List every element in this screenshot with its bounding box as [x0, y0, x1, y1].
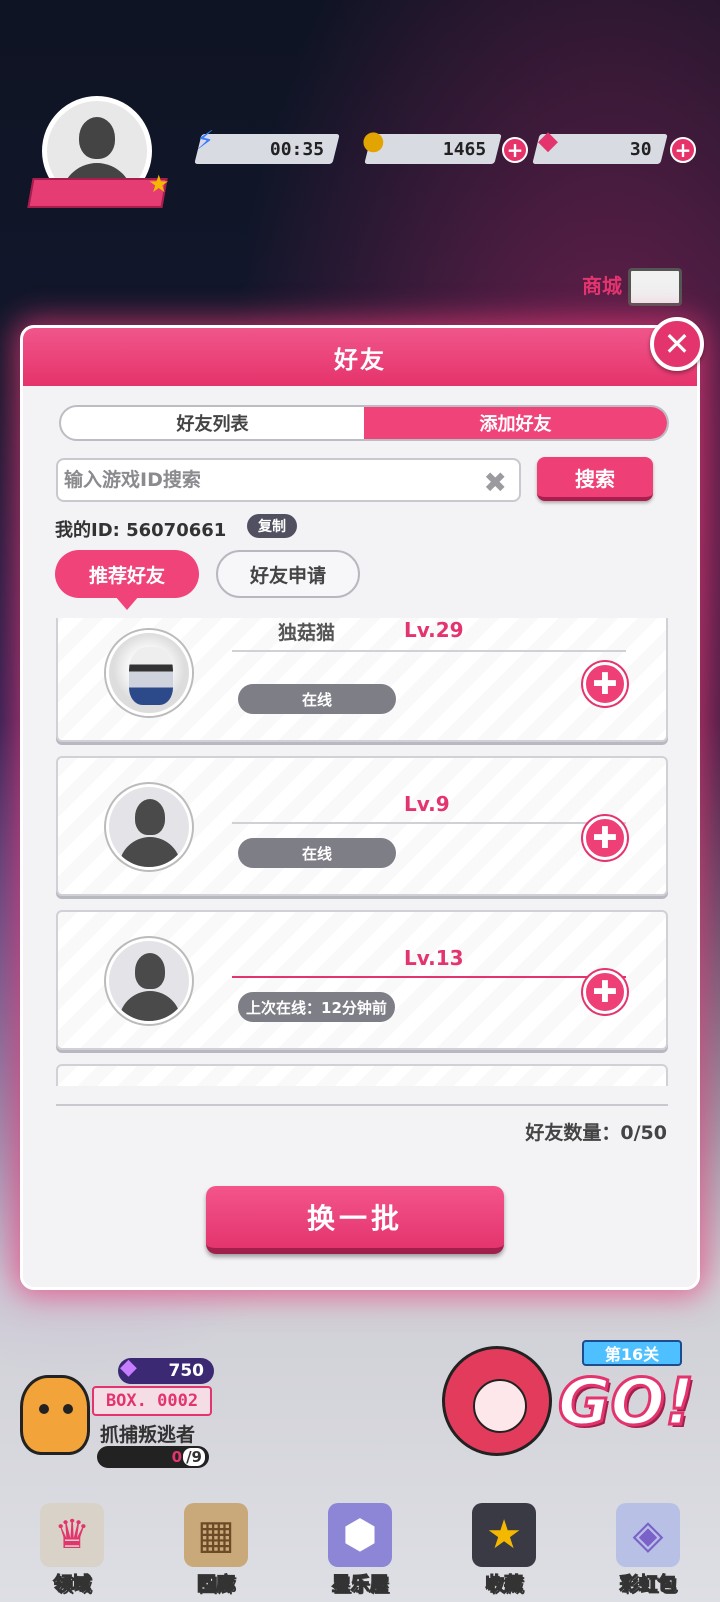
- card-divider: [232, 650, 626, 652]
- coin-bar: 1465: [364, 134, 502, 164]
- stage-level-tag: 第16关: [582, 1340, 682, 1366]
- escape-mission-title[interactable]: 抓捕叛逃者: [100, 1420, 195, 1447]
- tab-friend-list[interactable]: 好友列表: [61, 407, 364, 439]
- card-divider: [232, 976, 626, 978]
- bottom-navbar: ♛ 领域 ▦ 回廊 ⬢ 星乐屋 ★ 收藏 ◈ 彩虹包: [0, 1498, 720, 1602]
- online-status: 在线: [238, 684, 396, 714]
- card-divider: [232, 822, 626, 824]
- close-button[interactable]: ✕: [650, 317, 704, 371]
- default-avatar: [106, 784, 192, 870]
- friend-card: [56, 1064, 668, 1086]
- coin-count: 1465: [442, 138, 486, 160]
- copy-id-button[interactable]: 复制: [247, 514, 297, 538]
- add-friend-button[interactable]: ✚: [583, 662, 627, 706]
- stage-go-panel[interactable]: 第16关 GO!: [432, 1340, 696, 1460]
- tab-friend-requests[interactable]: 好友申请: [216, 550, 360, 598]
- escapee-character[interactable]: [20, 1375, 90, 1455]
- search-button[interactable]: 搜索: [537, 457, 653, 501]
- friend-level: Lv.13: [404, 946, 464, 970]
- search-input[interactable]: [64, 469, 464, 491]
- friend-card: 独菇猫 Lv.29 在线 ✚: [56, 618, 668, 742]
- nav-label: 回廊: [196, 1573, 235, 1596]
- domain-icon: ♛: [40, 1503, 104, 1567]
- purple-gem-icon: ◆: [120, 1355, 137, 1380]
- gem-count: 30: [630, 138, 652, 160]
- list-divider: [56, 1104, 668, 1106]
- character-avatar: [106, 630, 192, 716]
- online-status: 在线: [238, 838, 396, 868]
- nav-rainbow-pack[interactable]: ◈ 彩虹包: [588, 1498, 708, 1596]
- shop-label[interactable]: 商城: [582, 270, 622, 299]
- friend-count: 好友数量：0/50: [525, 1122, 667, 1144]
- go-button[interactable]: GO!: [556, 1365, 695, 1442]
- progress-current: 0: [171, 1448, 183, 1466]
- friends-tabs: 好友列表 添加好友: [59, 405, 669, 441]
- tab-recommended-friends[interactable]: 推荐好友: [55, 550, 199, 610]
- nav-label: 星乐屋: [331, 1573, 389, 1596]
- tab-add-friend[interactable]: 添加好友: [364, 407, 667, 439]
- modal-title: 好友: [334, 345, 386, 374]
- stage-character: [442, 1346, 552, 1456]
- nav-label: 收藏: [484, 1573, 523, 1596]
- last-online-status: 上次在线：12分钟前: [238, 992, 395, 1022]
- friends-modal: 好友 好友列表 添加好友 ✖ 搜索 我的ID: 56070661 复制 推荐好友…: [20, 325, 700, 1290]
- shopping-cart-icon[interactable]: [628, 268, 682, 306]
- player-name-ribbon: [27, 178, 168, 208]
- add-friend-button[interactable]: ✚: [583, 816, 627, 860]
- nav-star-house[interactable]: ⬢ 星乐屋: [300, 1498, 420, 1596]
- rainbow-pack-icon: ◈: [616, 1503, 680, 1567]
- modal-header: 好友: [23, 328, 697, 386]
- progress-total: /9: [183, 1448, 205, 1466]
- friend-card: Lv.13 上次在线：12分钟前 ✚: [56, 910, 668, 1050]
- friend-level: Lv.29: [404, 618, 464, 642]
- friend-level: Lv.9: [404, 792, 450, 816]
- default-avatar: [106, 938, 192, 1024]
- add-coins-button[interactable]: +: [502, 137, 528, 163]
- energy-bar: 00:35: [194, 134, 340, 164]
- energy-timer: 00:35: [269, 138, 324, 160]
- mission-progress: 0/9: [97, 1446, 209, 1468]
- add-friend-button[interactable]: ✚: [583, 970, 627, 1014]
- star-icon: ★: [148, 170, 170, 198]
- collection-star-icon: ★: [472, 1503, 536, 1567]
- friend-list[interactable]: 独菇猫 Lv.29 在线 ✚ Lv.9 在线 ✚ Lv.13 上次在线：12分钟…: [56, 618, 668, 1086]
- friend-name: 独菇猫: [278, 622, 336, 644]
- star-house-icon: ⬢: [328, 1503, 392, 1567]
- ruby-gem-icon: ◆: [538, 126, 558, 156]
- my-id-label: 我的ID: 56070661: [55, 520, 227, 541]
- nav-domain[interactable]: ♛ 领域: [12, 1498, 132, 1596]
- refresh-batch-button[interactable]: 换一批: [206, 1186, 504, 1254]
- friend-card: Lv.9 在线 ✚: [56, 756, 668, 896]
- box-code: BOX. 0002: [92, 1386, 212, 1416]
- energy-lightning-icon: ⚡: [196, 126, 215, 156]
- coin-icon: ●: [362, 126, 385, 156]
- nav-label: 领域: [52, 1573, 91, 1596]
- search-box: ✖: [56, 458, 521, 502]
- nav-gallery[interactable]: ▦ 回廊: [156, 1498, 276, 1596]
- nav-collection[interactable]: ★ 收藏: [444, 1498, 564, 1596]
- clear-icon[interactable]: ✖: [484, 466, 507, 499]
- gallery-icon: ▦: [184, 1503, 248, 1567]
- nav-label: 彩虹包: [619, 1573, 677, 1596]
- add-gems-button[interactable]: +: [670, 137, 696, 163]
